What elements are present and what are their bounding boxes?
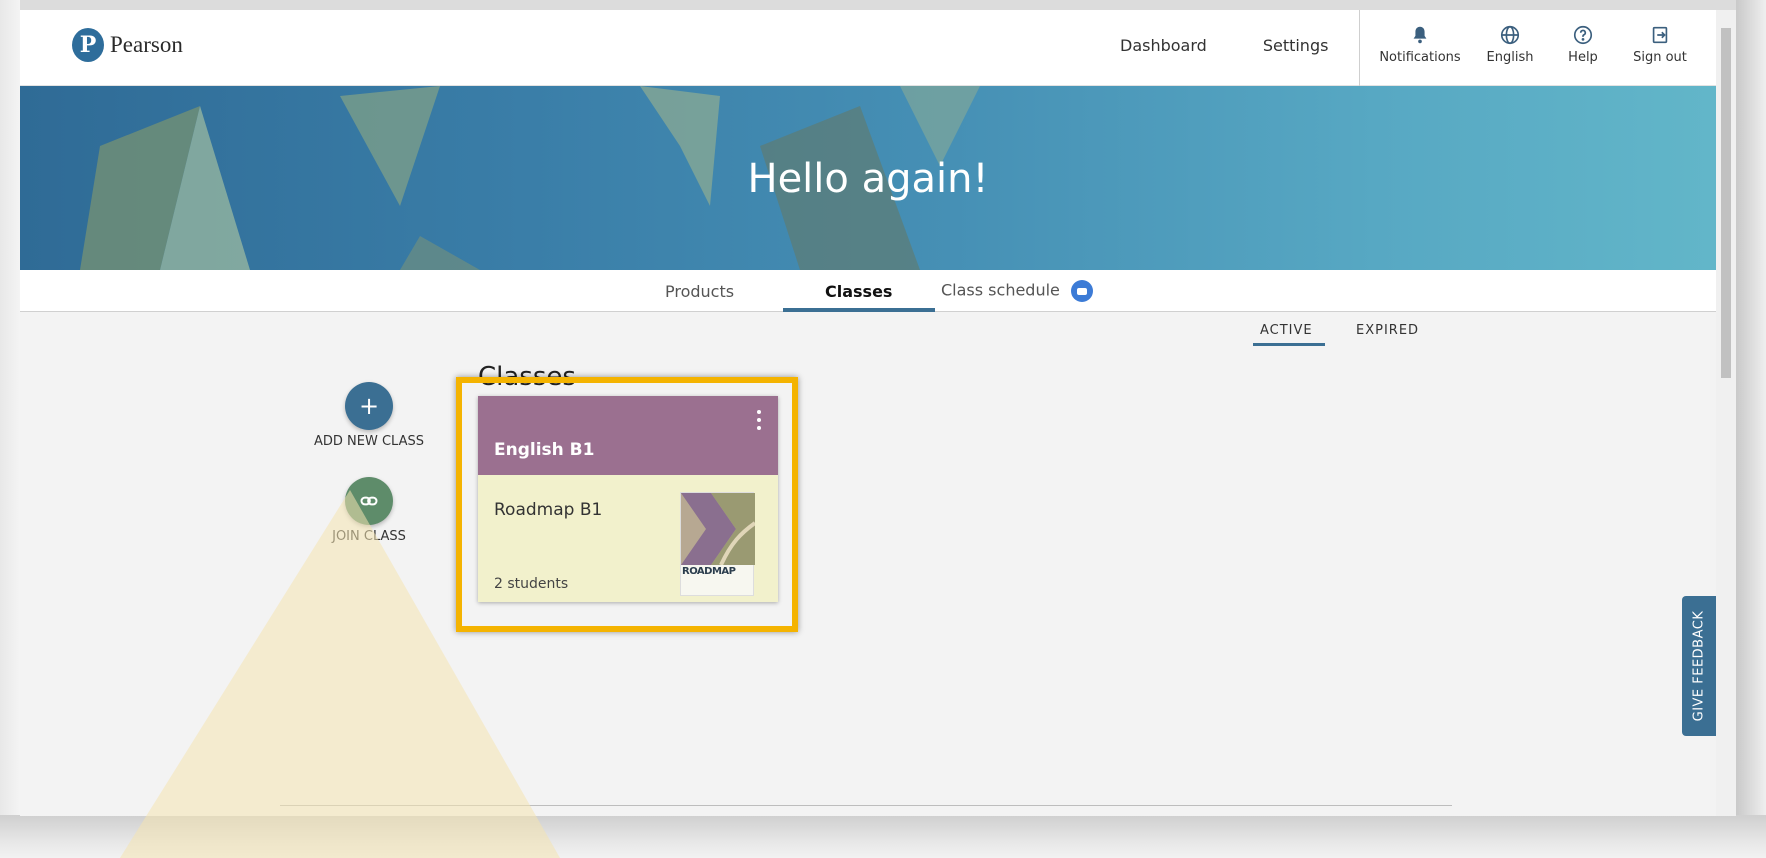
plus-icon: + [358,392,380,420]
class-name: English B1 [494,440,595,460]
video-camera-icon [1070,280,1093,302]
pearson-logo-mark: P [72,28,104,62]
nav-settings-link[interactable]: Settings [1263,36,1329,55]
bell-icon [1413,26,1427,44]
class-card[interactable]: English B1 Roadmap B1 2 students ROADMAP [478,396,778,602]
language-label: English [1486,50,1534,65]
utility-nav: Notifications English Help Sign out [1370,24,1704,65]
content-divider [280,805,1452,806]
filter-expired[interactable]: EXPIRED [1356,323,1419,338]
join-class-button[interactable] [345,477,393,525]
product-cover-image: ROADMAP [680,492,755,596]
give-feedback-label: GIVE FEEDBACK [1691,610,1707,722]
join-class-label[interactable]: JOIN CLASS [289,529,449,544]
window-left-edge [0,0,20,858]
add-new-class-button[interactable]: + [345,382,393,430]
tab-products[interactable]: Products [665,282,734,301]
sign-out-label: Sign out [1633,50,1687,65]
vertical-scrollbar[interactable] [1716,10,1736,816]
tab-class-schedule[interactable]: Class schedule [941,280,1093,302]
tab-class-schedule-label: Class schedule [941,280,1060,300]
nav-divider [1359,10,1360,86]
help-icon [1573,25,1593,45]
add-new-class-label[interactable]: ADD NEW CLASS [289,434,449,449]
tab-classes[interactable]: Classes [825,282,892,301]
link-icon [360,496,378,506]
sign-out-button[interactable]: Sign out [1616,24,1704,65]
help-label: Help [1568,50,1598,65]
hero-greeting: Hello again! [747,156,989,202]
scrollbar-thumb[interactable] [1721,28,1731,378]
hero-banner: Hello again! [20,86,1716,270]
language-button[interactable]: English [1470,24,1550,65]
more-options-icon[interactable] [756,410,762,430]
browser-viewport: P Pearson Dashboard Settings Notificatio… [20,10,1736,816]
product-cover-title: ROADMAP [682,566,736,577]
active-filter-indicator [1253,343,1325,346]
filter-active[interactable]: ACTIVE [1260,323,1313,338]
nav-dashboard-link[interactable]: Dashboard [1120,36,1207,55]
help-button[interactable]: Help [1550,24,1616,65]
window-bottom-edge [0,815,1766,858]
class-card-header: English B1 [478,396,778,475]
window-right-edge [1736,0,1766,858]
class-student-count: 2 students [494,576,569,592]
section-tabs: Products Classes Class schedule [20,270,1716,312]
notifications-button[interactable]: Notifications [1370,24,1470,65]
main-nav: Dashboard Settings [1120,36,1328,55]
class-product: Roadmap B1 [494,500,603,520]
sign-out-icon [1652,26,1668,44]
globe-icon [1500,25,1520,45]
pearson-logo-text: Pearson [110,32,183,57]
active-tab-indicator [783,308,935,312]
give-feedback-button[interactable]: GIVE FEEDBACK [1682,596,1716,736]
top-bar: P Pearson Dashboard Settings Notificatio… [20,10,1716,86]
pearson-logo[interactable]: P Pearson [72,28,183,62]
notifications-label: Notifications [1379,50,1461,65]
